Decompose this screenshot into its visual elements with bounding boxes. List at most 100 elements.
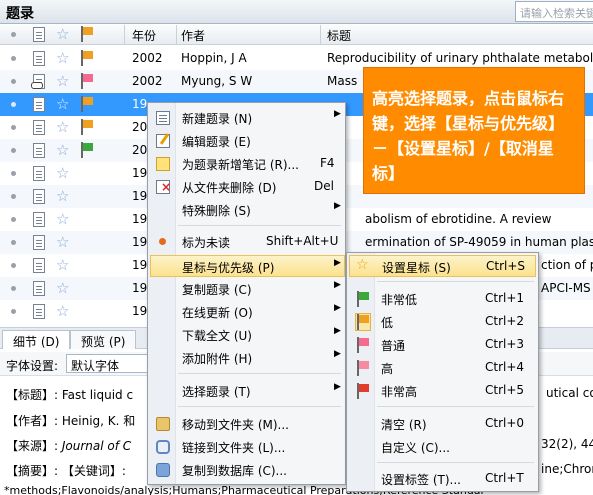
star-icon: ☆ <box>356 257 369 273</box>
row-author: Hoppin, J A <box>181 51 247 65</box>
tab-preview[interactable]: 预览 (P) <box>70 330 137 349</box>
column-author[interactable]: 作者 <box>181 27 205 44</box>
star-icon[interactable]: ☆ <box>56 210 69 228</box>
note-icon <box>156 157 170 171</box>
menu-item-label: 特殊删除 (S) <box>182 204 251 218</box>
read-status-icon[interactable] <box>11 217 16 222</box>
document-icon <box>33 120 45 135</box>
priority-flag-icon[interactable] <box>80 142 94 158</box>
detail-author: 【作者】: Heinig, K. 和 <box>6 412 135 429</box>
menu-item-download-fulltext[interactable]: 下载全文 (U) ▶ <box>150 324 343 346</box>
read-status-icon[interactable] <box>11 148 16 153</box>
priority-flag-icon[interactable] <box>80 119 94 135</box>
flag-header-icon[interactable] <box>80 26 94 42</box>
menu-item-add-attachment[interactable]: 添加附件 (H) ▶ <box>150 347 343 369</box>
panel-title: 题录 <box>6 6 34 22</box>
menu-item-special-delete[interactable]: 特殊删除 (S) ▶ <box>150 199 343 221</box>
menu-shortcut: Ctrl+S <box>486 259 526 273</box>
read-status-icon[interactable] <box>11 171 16 176</box>
star-icon[interactable]: ☆ <box>56 187 69 205</box>
read-status-icon[interactable] <box>11 56 16 61</box>
document-icon <box>33 212 45 227</box>
star-icon[interactable]: ☆ <box>56 164 69 182</box>
document-icon <box>33 143 45 158</box>
star-icon[interactable]: ☆ <box>56 256 69 274</box>
detail-author-value[interactable]: Heinig, K. 和 <box>62 414 135 428</box>
menu-item-copy-to-database[interactable]: 复制到数据库 (C)... <box>150 459 343 481</box>
menu-item-add-note[interactable]: 为题录新增笔记 (R)... F4 <box>150 153 343 175</box>
star-icon[interactable]: ☆ <box>56 302 69 320</box>
menu-item-label: 链接到文件夹 (L)... <box>182 441 286 455</box>
star-icon[interactable]: ☆ <box>56 49 69 67</box>
document-icon <box>33 258 45 273</box>
menu-item-label: 高 <box>381 362 394 376</box>
detail-title-tail: utical co <box>546 386 593 400</box>
priority-flag-icon[interactable] <box>80 73 94 89</box>
orange-flag-icon <box>355 313 371 331</box>
detail-source: 【来源】: Journal of C <box>6 437 131 454</box>
menu-item-select-records[interactable]: 选择题录 (T) ▶ <box>150 380 343 402</box>
read-status-icon[interactable] <box>11 79 16 84</box>
row-year: 2002 <box>132 51 163 65</box>
menu-item-online-update[interactable]: 在线更新 (O) ▶ <box>150 301 343 323</box>
menu-item-label: 复制到数据库 (C)... <box>182 464 288 478</box>
menu-item-label: 在线更新 (O) <box>182 306 253 320</box>
star-priority-submenu: ☆ 设置星标 (S) Ctrl+S 非常低 Ctrl+1 低 Ctrl+2 普通… <box>346 252 539 492</box>
submenu-item-set-star[interactable]: ☆ 设置星标 (S) Ctrl+S <box>349 255 536 277</box>
submenu-arrow-icon: ▶ <box>334 201 341 211</box>
row-author: Myung, S W <box>181 74 253 88</box>
read-status-icon[interactable] <box>11 309 16 314</box>
read-status-icon[interactable] <box>11 240 16 245</box>
submenu-item-custom[interactable]: 自定义 (C)... <box>349 436 536 458</box>
menu-item-label: 选择题录 (T) <box>182 385 251 399</box>
menu-item-label: 添加附件 (H) <box>182 352 253 366</box>
font-select[interactable]: 默认字体 <box>66 354 148 373</box>
row-title: Mass <box>327 74 358 88</box>
menu-item-edit-record[interactable]: 编辑题录 (E) <box>150 130 343 152</box>
menu-item-link-to-folder[interactable]: 链接到文件夹 (L)... <box>150 436 343 458</box>
submenu-item-clear[interactable]: 清空 (R) Ctrl+0 <box>349 413 536 435</box>
submenu-item-priority-very-low[interactable]: 非常低 Ctrl+1 <box>349 288 536 310</box>
menu-item-star-priority[interactable]: 星标与优先级 (P) ▶ <box>150 255 345 277</box>
submenu-item-priority-normal[interactable]: 普通 Ctrl+3 <box>349 334 536 356</box>
row-title: ction of phenolic and flavor in <box>541 258 593 272</box>
read-status-icon[interactable] <box>11 102 16 107</box>
submenu-item-priority-low[interactable]: 低 Ctrl+2 <box>349 311 536 333</box>
document-header-icon[interactable] <box>33 27 45 42</box>
detail-source-label: 【来源】: <box>6 439 59 453</box>
menu-item-new-record[interactable]: 新建题录 (N) ▶ <box>150 107 343 129</box>
star-icon[interactable]: ☆ <box>56 118 69 136</box>
menu-item-label: 低 <box>381 316 394 330</box>
read-status-icon[interactable] <box>11 194 16 199</box>
search-input[interactable]: 请输入检索关键词 <box>515 1 593 22</box>
star-icon[interactable]: ☆ <box>56 72 69 90</box>
column-title[interactable]: 标题 <box>327 27 351 44</box>
star-icon[interactable]: ☆ <box>56 141 69 159</box>
read-status-icon[interactable] <box>11 263 16 268</box>
column-year[interactable]: 年份 <box>132 27 156 44</box>
star-icon[interactable]: ☆ <box>56 279 69 297</box>
detail-source-value[interactable]: Journal of C <box>62 439 131 453</box>
row-year: 19 <box>132 166 148 180</box>
read-status-icon[interactable] <box>11 125 16 130</box>
priority-flag-icon[interactable] <box>80 96 94 112</box>
font-settings-label: 字体设置: <box>6 359 59 373</box>
read-status-header-icon[interactable] <box>11 32 16 37</box>
submenu-arrow-icon: ▶ <box>334 280 341 290</box>
document-icon <box>33 97 45 112</box>
priority-flag-icon[interactable] <box>80 50 94 66</box>
menu-item-delete-from-folder[interactable]: 从文件夹删除 (D) Del <box>150 176 343 198</box>
star-header-icon[interactable]: ☆ <box>56 25 69 43</box>
submenu-item-priority-very-high[interactable]: 非常高 Ctrl+5 <box>349 380 536 402</box>
menu-item-label: 设置星标 (S) <box>382 261 451 275</box>
star-icon[interactable]: ☆ <box>56 233 69 251</box>
submenu-item-priority-high[interactable]: 高 Ctrl+4 <box>349 357 536 379</box>
menu-item-copy-record[interactable]: 复制题录 (C) ▶ <box>150 278 343 300</box>
submenu-item-set-tags[interactable]: 设置标签 (T)... Ctrl+T <box>349 468 536 490</box>
menu-item-mark-unread[interactable]: 标为未读 Shift+Alt+U <box>150 231 343 253</box>
tab-detail[interactable]: 细节 (D) <box>2 330 71 349</box>
submenu-arrow-icon: ▶ <box>334 109 341 119</box>
read-status-icon[interactable] <box>11 286 16 291</box>
star-icon[interactable]: ☆ <box>56 95 69 113</box>
menu-item-move-to-folder[interactable]: 移动到文件夹 (M)... <box>150 413 343 435</box>
